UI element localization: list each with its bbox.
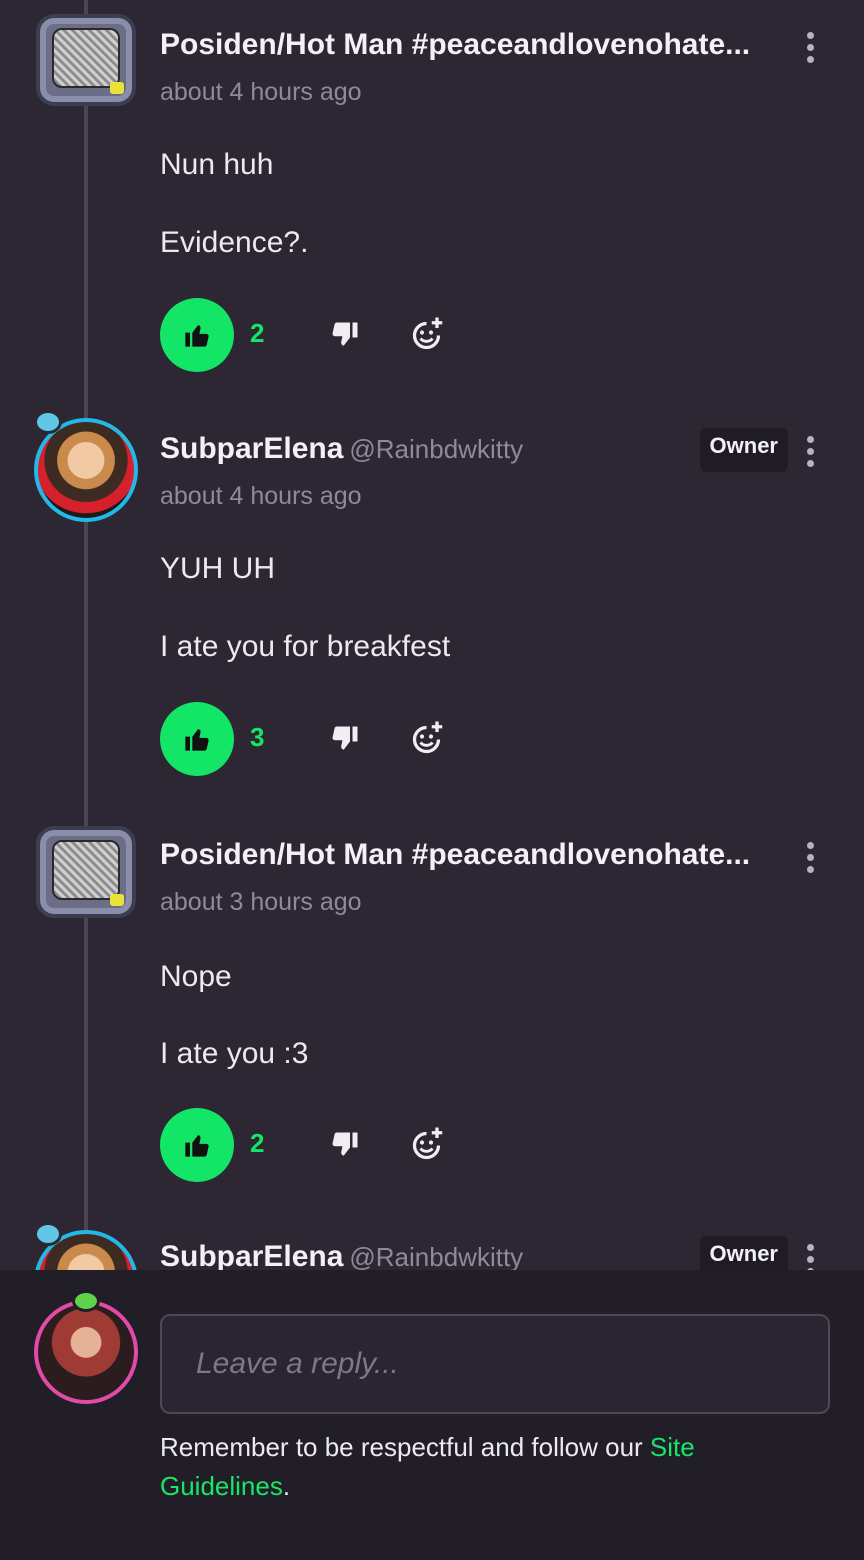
comment-line: Nope — [160, 960, 232, 993]
comment-item: SubparElena @Rainbdwkitty Owner about 4 h… — [0, 404, 864, 808]
comment-item: SubparElena @Rainbdwkitty Owner — [0, 1212, 864, 1270]
comment-line: Evidence?. — [160, 226, 309, 259]
comment-timestamp: about 3 hours ago — [160, 888, 362, 916]
comment-actions: 2 — [160, 1108, 560, 1184]
comment-author[interactable]: SubparElena — [160, 1240, 343, 1270]
thumbs-down-icon[interactable] — [330, 1130, 360, 1160]
more-vertical-icon[interactable] — [804, 436, 816, 470]
user-photo-avatar[interactable] — [34, 1222, 138, 1270]
comment-line: I ate you :3 — [160, 1037, 309, 1070]
owner-badge: Owner — [699, 1236, 788, 1270]
like-button[interactable] — [160, 1108, 234, 1182]
comment-author[interactable]: Posiden/Hot Man #peaceandlovenohate... — [160, 838, 750, 871]
comment-header: Posiden/Hot Man #peaceandlovenohate... — [160, 838, 804, 878]
comment-handle[interactable]: @Rainbdwkitty — [349, 1242, 523, 1270]
comment-actions: 2 — [160, 298, 560, 374]
add-reaction-icon[interactable] — [410, 1126, 446, 1162]
thumbs-up-icon — [185, 1135, 209, 1157]
reply-composer: Remember to be respectful and follow our… — [0, 1270, 864, 1560]
comment-author[interactable]: Posiden/Hot Man #peaceandlovenohate... — [160, 28, 750, 61]
like-button[interactable] — [160, 702, 234, 776]
add-reaction-icon[interactable] — [410, 720, 446, 756]
tv-avatar[interactable] — [36, 826, 136, 918]
comment-handle[interactable]: @Rainbdwkitty — [349, 434, 523, 464]
comment-actions: 3 — [160, 702, 560, 778]
thumbs-down-icon[interactable] — [330, 320, 360, 350]
guidelines-suffix: . — [282, 1471, 291, 1501]
thumbs-up-icon — [185, 325, 209, 347]
comment-header: Posiden/Hot Man #peaceandlovenohate... — [160, 28, 804, 68]
comment-timestamp: about 4 hours ago — [160, 78, 362, 106]
reply-input[interactable] — [160, 1314, 830, 1414]
tv-avatar[interactable] — [36, 14, 136, 106]
like-button[interactable] — [160, 298, 234, 372]
user-photo-avatar[interactable] — [34, 410, 138, 522]
owner-badge: Owner — [699, 428, 788, 472]
thumbs-up-icon — [185, 729, 209, 751]
comment-item: Posiden/Hot Man #peaceandlovenohate... a… — [0, 0, 864, 404]
comment-timestamp: about 4 hours ago — [160, 482, 362, 510]
more-vertical-icon[interactable] — [804, 1244, 816, 1270]
more-vertical-icon[interactable] — [804, 32, 816, 66]
thumbs-down-icon[interactable] — [330, 724, 360, 754]
comment-line: YUH UH — [160, 552, 276, 585]
current-user-avatar[interactable] — [34, 1290, 138, 1404]
comment-line: I ate you for breakfest — [160, 630, 451, 663]
comment-author[interactable]: SubparElena — [160, 432, 343, 465]
comment-thread: Posiden/Hot Man #peaceandlovenohate... a… — [0, 0, 864, 1270]
comment-line: Nun huh — [160, 148, 274, 181]
add-reaction-icon[interactable] — [410, 316, 446, 352]
like-count: 2 — [250, 1128, 265, 1158]
more-vertical-icon[interactable] — [804, 842, 816, 876]
like-count: 3 — [250, 722, 265, 752]
guidelines-notice: Remember to be respectful and follow our… — [160, 1428, 800, 1506]
comment-item: Posiden/Hot Man #peaceandlovenohate... a… — [0, 808, 864, 1212]
like-count: 2 — [250, 318, 265, 348]
guidelines-prefix: Remember to be respectful and follow our — [160, 1432, 650, 1462]
